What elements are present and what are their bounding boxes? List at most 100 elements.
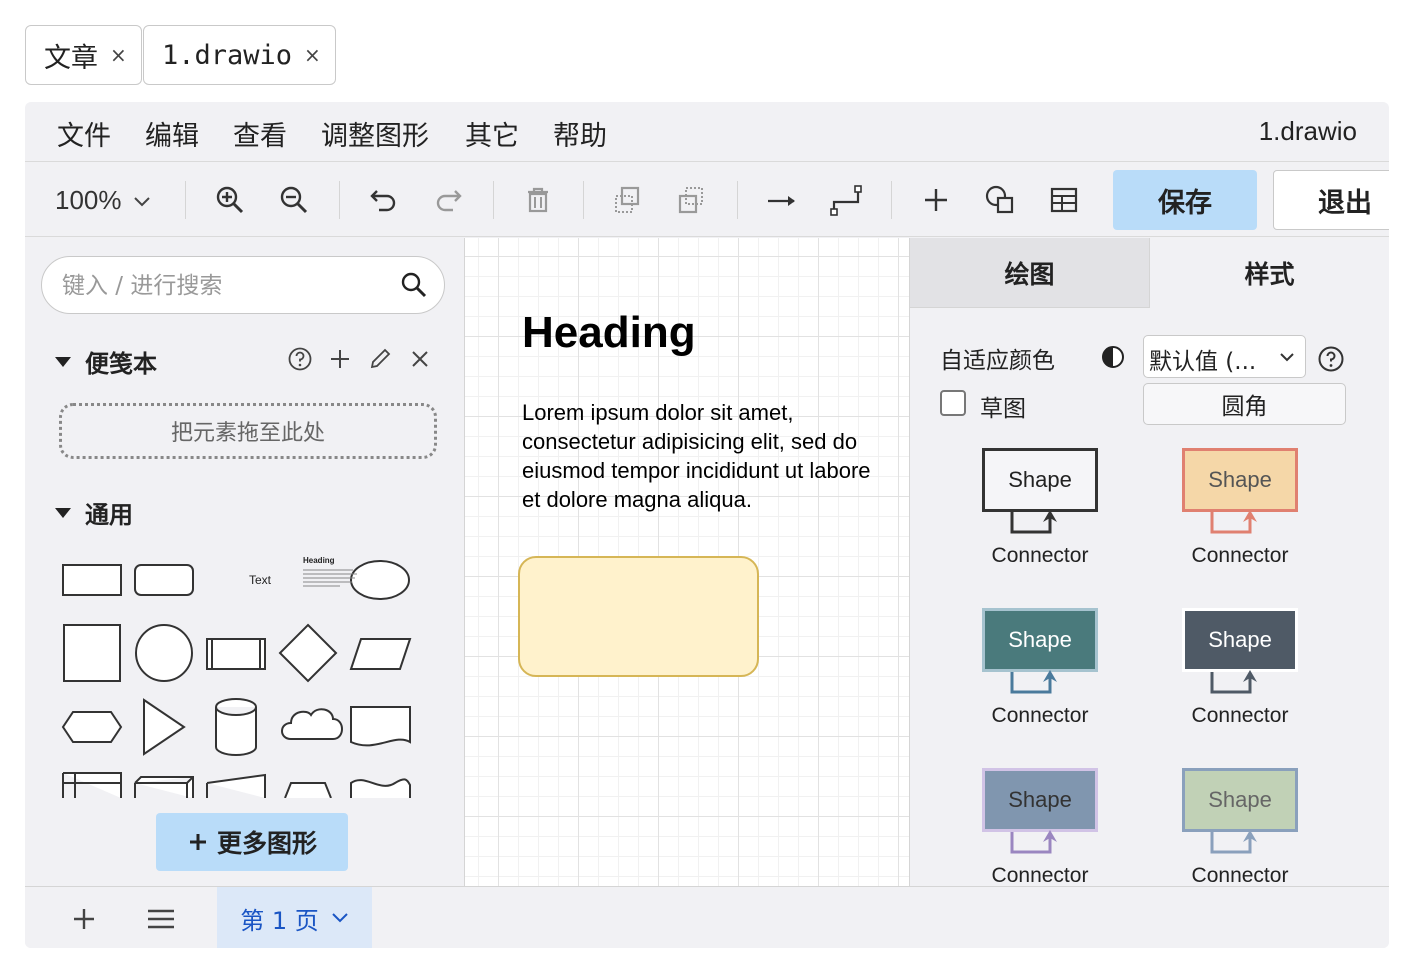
help-icon[interactable] bbox=[1317, 345, 1345, 373]
chevron-down-icon bbox=[134, 197, 150, 207]
document-title: 1.drawio bbox=[1258, 116, 1357, 146]
tab-diagram[interactable]: 绘图 bbox=[910, 238, 1150, 308]
zoom-in-icon[interactable] bbox=[213, 183, 247, 217]
shape-search bbox=[41, 256, 445, 314]
sketch-checkbox[interactable] bbox=[940, 390, 966, 416]
style-preset-shape: Shape bbox=[1182, 448, 1298, 512]
zoom-out-icon[interactable] bbox=[277, 183, 311, 217]
heading-shape: Heading bbox=[303, 556, 335, 565]
contrast-icon[interactable] bbox=[1100, 344, 1126, 370]
style-preset-shape: Shape bbox=[1182, 608, 1298, 672]
file-tab-drawio[interactable]: 1.drawio × bbox=[143, 25, 336, 85]
page-tab-label: 第 1 页 bbox=[240, 906, 319, 935]
file-tab-article[interactable]: 文章 × bbox=[25, 25, 142, 85]
delete-icon[interactable] bbox=[521, 183, 555, 217]
exit-button[interactable]: 退出 bbox=[1273, 170, 1389, 230]
close-icon[interactable]: × bbox=[304, 43, 321, 67]
search-icon[interactable] bbox=[400, 271, 428, 299]
add-icon[interactable] bbox=[327, 346, 353, 372]
style-preset-connector-label: Connector bbox=[991, 704, 1089, 727]
connector-arrow-icon bbox=[1210, 510, 1257, 534]
table-icon[interactable] bbox=[1047, 183, 1081, 217]
heading-shape-lines bbox=[303, 569, 357, 587]
style-preset[interactable]: Shape Connector bbox=[950, 448, 1130, 588]
search-input[interactable] bbox=[62, 271, 382, 301]
connector-arrow-icon bbox=[1010, 510, 1057, 534]
undo-icon[interactable] bbox=[367, 183, 401, 217]
style-preset[interactable]: Shape Connector bbox=[1150, 448, 1330, 588]
canvas-rounded-rectangle[interactable] bbox=[518, 556, 759, 677]
toolbar: 100% 保存 退出 bbox=[25, 163, 1389, 237]
help-icon[interactable] bbox=[287, 346, 313, 372]
scratchpad-header[interactable]: 便笺本 bbox=[55, 344, 157, 379]
insert-plus-icon[interactable] bbox=[919, 183, 953, 217]
diagram-canvas[interactable]: Heading Lorem ipsum dolor sit amet, cons… bbox=[464, 238, 910, 886]
file-tab-label: 文章 bbox=[44, 42, 98, 74]
menu-edit[interactable]: 编辑 bbox=[145, 114, 199, 153]
manual-input-shape bbox=[206, 773, 266, 798]
menu-arrange[interactable]: 调整图形 bbox=[321, 114, 429, 153]
square-shape bbox=[63, 624, 121, 682]
shapes-icon[interactable] bbox=[983, 183, 1017, 217]
zoom-select[interactable]: 100% bbox=[55, 185, 151, 216]
style-preset[interactable]: Shape Connector bbox=[950, 608, 1130, 748]
style-preset-shape: Shape bbox=[982, 608, 1098, 672]
style-preset-shape: Shape bbox=[982, 768, 1098, 832]
rounded-button[interactable]: 圆角 bbox=[1143, 383, 1346, 425]
close-icon[interactable]: × bbox=[110, 43, 127, 67]
style-preset-connector-label: Connector bbox=[1191, 864, 1289, 887]
general-title: 通用 bbox=[85, 501, 133, 529]
parallelogram-shape bbox=[349, 638, 412, 670]
drawio-app: 文件 编辑 查看 调整图形 其它 帮助 1.drawio 100% 保存 退出 … bbox=[25, 102, 1389, 948]
page-tab[interactable]: 第 1 页 bbox=[217, 887, 372, 948]
circle-shape bbox=[135, 624, 193, 682]
more-shapes-label: 更多图形 bbox=[216, 829, 317, 858]
trapezoid-shape bbox=[284, 782, 332, 798]
connection-arrow-icon[interactable] bbox=[765, 183, 799, 217]
to-back-icon[interactable] bbox=[675, 183, 709, 217]
pages-menu-icon[interactable] bbox=[146, 906, 176, 932]
collapse-triangle-icon bbox=[55, 356, 71, 367]
collapse-triangle-icon bbox=[55, 507, 71, 518]
chevron-down-icon bbox=[1280, 353, 1294, 362]
diamond-shape bbox=[278, 623, 338, 683]
process-shape bbox=[206, 638, 266, 670]
format-panel: 绘图 样式 自适应颜色 默认值 (... 草图 圆角 Shape Connecto… bbox=[910, 238, 1389, 887]
menu-help[interactable]: 帮助 bbox=[553, 114, 607, 153]
style-preset-connector-label: Connector bbox=[991, 544, 1089, 567]
ellipse-shape bbox=[350, 560, 410, 600]
close-icon[interactable] bbox=[407, 346, 433, 372]
scratchpad-dropzone[interactable]: 把元素拖至此处 bbox=[59, 403, 437, 459]
adaptive-color-label: 自适应颜色 bbox=[940, 348, 1055, 374]
connector-arrow-icon bbox=[1010, 670, 1057, 694]
more-shapes-button[interactable]: 更多图形 bbox=[156, 813, 348, 871]
redo-icon[interactable] bbox=[431, 183, 465, 217]
tab-style[interactable]: 样式 bbox=[1150, 238, 1389, 308]
style-preset[interactable]: Shape Connector bbox=[1150, 608, 1330, 748]
waypoints-icon[interactable] bbox=[829, 183, 863, 217]
cube-shape bbox=[134, 776, 194, 798]
menu-view[interactable]: 查看 bbox=[233, 114, 287, 153]
rectangle-shape bbox=[62, 564, 122, 596]
save-button[interactable]: 保存 bbox=[1113, 170, 1257, 230]
shape-palette: Text Heading bbox=[61, 556, 412, 798]
cylinder-shape bbox=[215, 698, 257, 756]
chevron-down-icon bbox=[332, 913, 348, 923]
plus-icon bbox=[189, 834, 206, 850]
menu-file[interactable]: 文件 bbox=[57, 114, 111, 153]
connector-arrow-icon bbox=[1010, 830, 1057, 854]
to-front-icon[interactable] bbox=[611, 183, 645, 217]
canvas-body-text[interactable]: Lorem ipsum dolor sit amet, consectetur … bbox=[522, 398, 882, 514]
canvas-heading[interactable]: Heading bbox=[522, 308, 696, 358]
edit-pencil-icon[interactable] bbox=[367, 346, 393, 372]
connector-arrow-icon bbox=[1210, 670, 1257, 694]
menu-extras[interactable]: 其它 bbox=[465, 114, 519, 153]
general-header[interactable]: 通用 bbox=[55, 495, 133, 530]
default-style-select[interactable]: 默认值 (... bbox=[1143, 335, 1306, 378]
hexagon-shape bbox=[61, 711, 123, 743]
cloud-shape bbox=[281, 708, 343, 740]
internal-storage-shape bbox=[62, 772, 122, 798]
tape-shape bbox=[350, 778, 411, 798]
scratchpad-title: 便笺本 bbox=[85, 350, 157, 378]
add-page-icon[interactable] bbox=[71, 906, 97, 932]
